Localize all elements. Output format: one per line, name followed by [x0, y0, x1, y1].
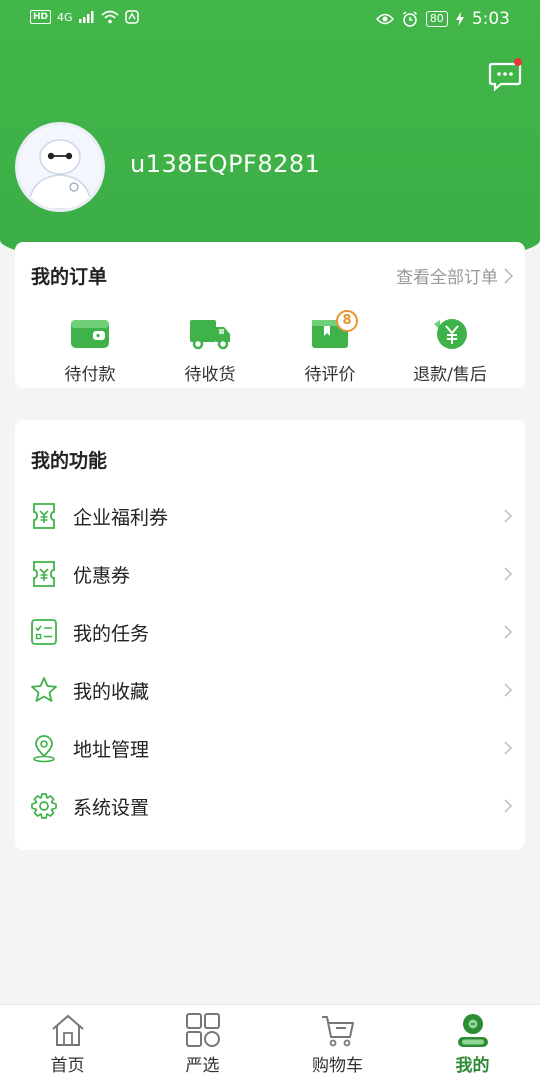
network-type: 4G	[57, 10, 73, 24]
cart-icon	[319, 1011, 357, 1049]
hd-indicator: HD	[30, 10, 52, 24]
function-settings[interactable]: 系统设置	[15, 777, 525, 835]
review-count-badge: 8	[336, 310, 358, 332]
view-all-orders-label: 查看全部订单	[396, 268, 498, 288]
tab-label: 严选	[185, 1056, 220, 1076]
tab-profile[interactable]: 我的	[405, 1005, 540, 1080]
charging-icon	[455, 12, 464, 26]
order-item-label: 待付款	[64, 365, 116, 385]
refund-icon	[428, 316, 472, 352]
coupon-icon	[29, 559, 59, 589]
tab-cart[interactable]: 购物车	[270, 1005, 405, 1080]
eye-icon	[375, 13, 394, 25]
chevron-right-icon	[504, 683, 513, 697]
chevron-right-icon	[504, 799, 513, 813]
location-pin-icon	[29, 733, 59, 763]
function-label: 地址管理	[73, 738, 150, 761]
unread-dot	[514, 58, 522, 66]
function-address[interactable]: 地址管理	[15, 719, 525, 777]
order-item-label: 待收货	[184, 365, 236, 385]
bottom-tab-bar: 首页 严选 购物车 我的	[0, 1004, 540, 1080]
review-icon: 8	[308, 310, 358, 352]
username: u138EQPF8281	[130, 150, 321, 178]
star-icon	[29, 675, 59, 705]
orders-title: 我的订单	[31, 266, 108, 288]
truck-icon	[188, 316, 232, 352]
order-pending-payment[interactable]: 待付款	[30, 316, 150, 385]
function-coupon[interactable]: 优惠券	[15, 545, 525, 603]
status-bar: HD 4G 80 5:03	[0, 0, 540, 40]
functions-title: 我的功能	[31, 450, 108, 472]
message-button[interactable]	[488, 58, 522, 92]
wallet-icon	[68, 316, 112, 352]
tab-label: 我的	[455, 1056, 490, 1076]
avatar[interactable]	[15, 122, 105, 212]
chevron-right-icon	[504, 567, 513, 581]
order-pending-review[interactable]: 8 待评价	[270, 310, 390, 385]
tab-label: 首页	[50, 1056, 85, 1076]
function-label: 企业福利券	[73, 506, 169, 529]
functions-card: 我的功能 企业福利券 优惠券 我的任务 我的收藏 地址管理 系统设置	[15, 420, 525, 850]
coupon-icon	[29, 501, 59, 531]
chevron-right-icon	[504, 267, 513, 284]
clock: 5:03	[471, 9, 510, 29]
profile-icon	[454, 1011, 492, 1049]
avatar-robot-icon	[18, 125, 102, 209]
tab-label: 购物车	[312, 1056, 363, 1076]
function-label: 我的收藏	[73, 680, 150, 703]
orders-card: 我的订单 查看全部订单 待付款 待收货 8 待评价 退款/售后	[15, 242, 525, 388]
order-item-label: 待评价	[304, 365, 356, 385]
tab-home[interactable]: 首页	[0, 1005, 135, 1080]
chevron-right-icon	[504, 509, 513, 523]
function-label: 我的任务	[73, 622, 150, 645]
gear-icon	[29, 791, 59, 821]
home-icon	[49, 1011, 87, 1049]
function-favorites[interactable]: 我的收藏	[15, 661, 525, 719]
tab-selection[interactable]: 严选	[135, 1005, 270, 1080]
chevron-right-icon	[504, 741, 513, 755]
chevron-right-icon	[504, 625, 513, 639]
nfc-icon	[124, 10, 139, 24]
task-list-icon	[29, 617, 59, 647]
function-enterprise-coupon[interactable]: 企业福利券	[15, 487, 525, 545]
battery-indicator: 80	[425, 11, 448, 27]
order-pending-receipt[interactable]: 待收货	[150, 316, 270, 385]
signal-icon	[78, 11, 94, 23]
view-all-orders-link[interactable]: 查看全部订单	[396, 263, 513, 288]
grid-icon	[184, 1011, 222, 1049]
wifi-icon	[100, 10, 119, 24]
function-label: 系统设置	[73, 796, 150, 819]
function-label: 优惠券	[73, 564, 131, 587]
order-refund[interactable]: 退款/售后	[390, 316, 510, 385]
alarm-icon	[402, 11, 417, 27]
order-item-label: 退款/售后	[413, 365, 487, 385]
function-my-tasks[interactable]: 我的任务	[15, 603, 525, 661]
